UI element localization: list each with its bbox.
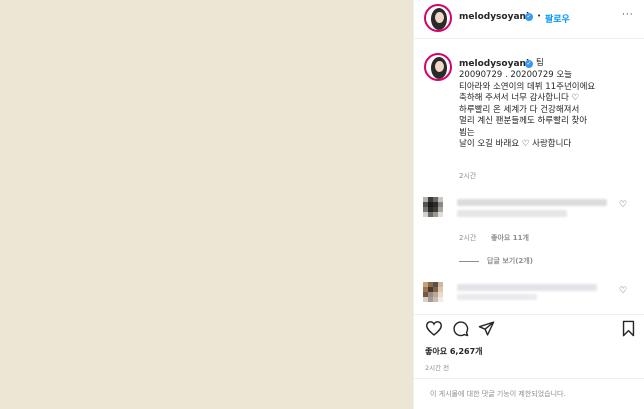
post-timestamp: 2시간 전 xyxy=(425,364,450,372)
comment2-blurred-text-2 xyxy=(457,294,537,300)
comment1-likes[interactable]: 좋아요 11개 xyxy=(491,233,529,243)
like-heart-icon[interactable] xyxy=(425,320,443,336)
more-options-button[interactable]: ··· xyxy=(622,10,634,20)
header-separator: • xyxy=(537,12,542,20)
comment2-avatar[interactable] xyxy=(423,282,443,302)
comment1-like-icon[interactable]: ♡ xyxy=(619,200,627,210)
bookmark-icon[interactable] xyxy=(621,320,636,337)
comments-disabled-notice: 이 게시물에 대한 댓글 기능이 제한되었습니다. xyxy=(430,390,566,398)
verified-badge-icon: ✓ xyxy=(525,13,533,21)
caption-line: 뵙는 xyxy=(459,127,475,138)
caption-line: 하루빨리 온 세계가 다 건강해져서 xyxy=(459,104,580,115)
comment-bubble-icon[interactable] xyxy=(452,320,469,337)
view-replies-button[interactable]: 답글 보기(2개) xyxy=(487,256,533,266)
header-username[interactable]: melodysoyani xyxy=(459,12,529,22)
comment2-blurred-text xyxy=(457,284,597,291)
caption-verified-icon: ✓ xyxy=(525,60,533,68)
comment1-time: 2시간 xyxy=(459,234,477,242)
actions-divider xyxy=(414,314,644,315)
comment2-like-icon[interactable]: ♡ xyxy=(619,286,627,296)
footer-divider xyxy=(414,378,644,379)
follow-button[interactable]: 팔로우 xyxy=(545,12,570,25)
header-avatar[interactable] xyxy=(424,4,452,32)
header-divider xyxy=(414,38,644,39)
caption-avatar[interactable] xyxy=(424,53,452,81)
caption-line: 멀리 계신 팬분들께도 하루빨리 찾아 xyxy=(459,116,588,126)
caption-text: 20090729 . 20200729 오늘 티아라와 소연이의 데뷔 11주년… xyxy=(459,70,644,151)
caption-tag: 팀 xyxy=(536,58,544,68)
caption-line: 티아라와 소연이의 데뷔 11주년이에요 xyxy=(459,81,596,92)
caption-line: 축하해 주셔서 너무 감사합니다 ♡ xyxy=(459,93,580,103)
replies-line xyxy=(459,261,479,262)
post-photo[interactable] xyxy=(0,0,413,409)
caption-line: 날이 오길 바래요 ♡ 사랑합니다 xyxy=(459,139,572,149)
post-side-panel: melodysoyani ✓ • 팔로우 ··· melodysoyani ✓ … xyxy=(413,0,644,409)
caption-line: 20090729 . 20200729 오늘 xyxy=(459,70,572,80)
comment1-blurred-text-2 xyxy=(457,210,567,217)
caption-username[interactable]: melodysoyani xyxy=(459,59,529,69)
likes-count[interactable]: 좋아요 6,267개 xyxy=(425,346,483,357)
share-send-icon[interactable] xyxy=(478,320,495,337)
comment1-blurred-text xyxy=(457,199,607,206)
comment1-avatar[interactable] xyxy=(423,197,443,217)
caption-time: 2시간 xyxy=(459,172,477,180)
